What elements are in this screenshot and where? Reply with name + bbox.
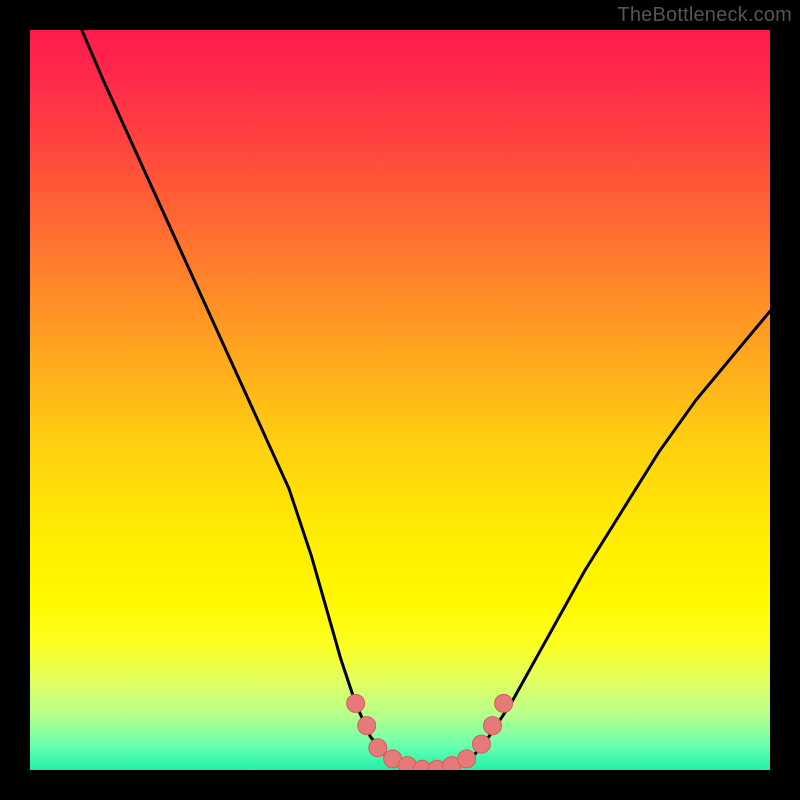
curve-svg — [30, 30, 770, 770]
watermark-text: TheBottleneck.com — [617, 4, 792, 27]
bottleneck-curve — [82, 30, 770, 770]
curve-marker — [369, 739, 387, 757]
curve-marker — [458, 750, 476, 768]
curve-marker — [484, 717, 502, 735]
curve-marker — [358, 717, 376, 735]
curve-marker — [347, 694, 365, 712]
plot-area — [30, 30, 770, 770]
curve-markers — [347, 694, 513, 770]
chart-frame: TheBottleneck.com — [0, 0, 800, 800]
curve-marker — [495, 694, 513, 712]
curve-marker — [472, 735, 490, 753]
